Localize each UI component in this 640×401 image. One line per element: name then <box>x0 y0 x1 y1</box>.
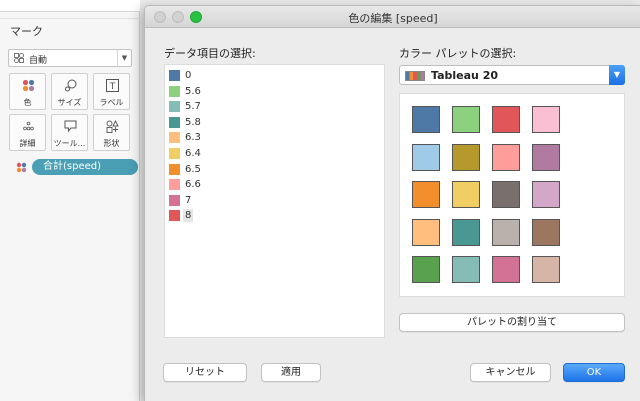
data-item-label: 7 <box>185 194 192 206</box>
label-mark-button[interactable]: T ラベル <box>93 73 130 110</box>
data-item-label: 6.3 <box>185 132 201 144</box>
data-item-label: 5.6 <box>185 85 201 97</box>
filters-strip <box>0 0 140 12</box>
data-item-row[interactable]: 5.7 <box>167 100 367 113</box>
size-circles-icon <box>65 79 77 92</box>
item-color-swatch <box>169 70 180 81</box>
palette-color-swatch[interactable] <box>412 218 440 246</box>
detail-mark-button[interactable]: 詳細 <box>9 114 46 151</box>
dialog-titlebar: 色の編集 [speed] <box>145 6 640 28</box>
item-color-swatch <box>169 85 180 97</box>
data-item-row[interactable]: 0 <box>167 69 367 82</box>
palette-color-swatch[interactable] <box>492 143 520 171</box>
dialog-title: 色の編集 [speed] <box>348 12 438 25</box>
item-color-swatch <box>169 179 180 191</box>
color-dots-icon <box>22 79 35 92</box>
size-mark-label: サイズ <box>57 98 82 107</box>
mark-type-dropdown[interactable]: 自動 ▼ <box>8 49 132 67</box>
palette-color-swatch[interactable] <box>492 181 520 208</box>
assign-palette-button[interactable]: パレットの割り当て <box>399 313 625 332</box>
edit-colors-dialog: 色の編集 [speed] データ項目の選択: カラー パレットの選択: 0 5.6… <box>144 5 640 401</box>
palette-preview-icon <box>405 71 425 81</box>
data-item-row[interactable]: 5.8 <box>167 116 367 129</box>
palette-color-swatch[interactable] <box>452 143 480 171</box>
detail-mark-label: 詳細 <box>19 139 36 148</box>
data-item-row[interactable]: 6.3 <box>167 131 367 144</box>
item-color-swatch <box>169 194 180 206</box>
palette-name: Tableau 20 <box>431 69 499 82</box>
palette-color-swatch[interactable] <box>452 106 480 133</box>
chevron-down-icon: ▼ <box>609 65 625 85</box>
palette-color-swatch[interactable] <box>492 218 520 246</box>
data-item-label: 6.4 <box>185 148 201 159</box>
palette-color-swatch[interactable] <box>532 181 560 208</box>
chevron-down-icon: ▼ <box>117 50 131 66</box>
item-color-swatch <box>169 163 180 175</box>
color-field-pill[interactable]: 合計(speed) <box>32 159 138 175</box>
data-item-row[interactable]: 6.5 <box>167 163 367 176</box>
item-color-swatch <box>169 101 180 113</box>
label-mark-label: ラベル <box>99 98 124 107</box>
data-item-label: 5.8 <box>185 116 201 128</box>
palette-color-swatch[interactable] <box>492 106 520 133</box>
color-dots-icon <box>16 162 27 173</box>
data-item-label: 6.6 <box>185 179 201 191</box>
data-item-row[interactable]: 8 <box>167 209 367 223</box>
palette-color-swatch[interactable] <box>532 256 560 283</box>
color-mark-button[interactable]: 色 <box>9 73 46 110</box>
data-item-label: 8 <box>183 209 194 223</box>
reset-button[interactable]: リセット <box>163 363 247 382</box>
palette-color-swatch[interactable] <box>412 181 440 208</box>
palette-color-swatch[interactable] <box>452 256 480 283</box>
color-field-row: 合計(speed) <box>12 159 138 175</box>
marks-title: マーク <box>10 25 43 38</box>
cancel-button[interactable]: キャンセル <box>470 363 551 382</box>
marks-panel: マーク 自動 ▼ 色 サイズ T ラベル 詳細 ツール... 形状 合計(spe… <box>0 0 140 401</box>
data-item-row[interactable]: 6.6 <box>167 178 367 191</box>
palette-color-swatch[interactable] <box>412 256 440 283</box>
label-T-icon: T <box>106 79 119 92</box>
item-color-swatch <box>169 210 180 222</box>
data-item-row[interactable]: 6.4 <box>167 147 367 160</box>
data-item-label: 5.7 <box>185 101 201 113</box>
palette-color-swatch[interactable] <box>532 106 560 133</box>
automatic-mark-icon <box>14 53 24 63</box>
shape-icon <box>106 120 119 133</box>
size-mark-button[interactable]: サイズ <box>51 73 88 110</box>
tooltip-mark-label: ツール... <box>53 139 86 148</box>
palette-section-label: カラー パレットの選択: <box>399 47 517 60</box>
shape-mark-button[interactable]: 形状 <box>93 114 130 151</box>
detail-dots-icon <box>23 121 34 131</box>
data-item-row[interactable]: 7 <box>167 194 367 207</box>
item-color-swatch <box>169 148 180 159</box>
shape-mark-label: 形状 <box>103 139 120 148</box>
palette-color-swatch[interactable] <box>532 143 560 171</box>
item-color-swatch <box>169 132 180 144</box>
data-item-label: 6.5 <box>185 163 201 175</box>
palette-color-swatch[interactable] <box>412 106 440 133</box>
svg-text:T: T <box>109 82 116 92</box>
color-mark-label: 色 <box>23 98 32 107</box>
palette-color-swatch[interactable] <box>492 256 520 283</box>
palette-color-swatch[interactable] <box>412 143 440 171</box>
palette-color-swatch[interactable] <box>452 181 480 208</box>
palette-color-swatch[interactable] <box>452 218 480 246</box>
ok-button[interactable]: OK <box>563 363 625 382</box>
palette-color-swatch[interactable] <box>532 218 560 246</box>
palette-dropdown[interactable]: Tableau 20 ▼ <box>399 65 625 85</box>
data-item-list[interactable]: 0 5.6 5.7 5.8 6.3 6.4 6.5 6.6 7 8 <box>164 64 385 338</box>
apply-button[interactable]: 適用 <box>261 363 321 382</box>
divider <box>0 18 140 19</box>
tooltip-speech-icon <box>64 120 77 133</box>
data-item-label: 0 <box>185 70 192 81</box>
mark-type-label: 自動 <box>29 56 48 66</box>
palette-swatch-grid <box>399 93 625 297</box>
item-color-swatch <box>169 116 180 128</box>
data-item-row[interactable]: 5.6 <box>167 85 367 98</box>
item-section-label: データ項目の選択: <box>164 47 256 60</box>
tooltip-mark-button[interactable]: ツール... <box>51 114 88 151</box>
